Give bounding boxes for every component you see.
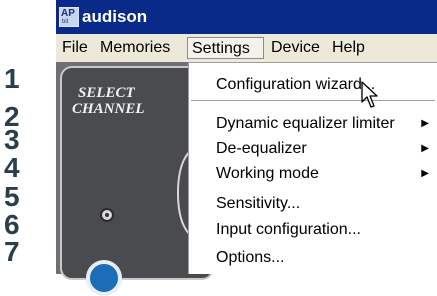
step-numbers: 1 2 3 4 5 6 7 [0, 0, 56, 274]
step-number: 5 [4, 181, 20, 212]
menu-separator [191, 100, 435, 102]
submenu-arrow-icon: ▶ [421, 168, 429, 179]
submenu-arrow-icon: ▶ [421, 118, 429, 129]
step-number: 7 [4, 236, 20, 267]
app-icon[interactable]: AP bit [59, 7, 79, 27]
menu-item-working-mode[interactable]: Working mode [216, 164, 319, 184]
window-title: audison [82, 7, 148, 26]
app-icon-text: AP [61, 8, 75, 19]
menu-bar: File Memories Settings Device Help [56, 34, 437, 62]
app-icon-subtext: bit [62, 19, 69, 25]
menu-settings[interactable]: Settings [187, 37, 264, 59]
menu-file[interactable]: File [58, 37, 92, 59]
menu-item-dynamic-equalizer-limiter[interactable]: Dynamic equalizer limiter [216, 114, 395, 134]
select-label: SELECT [78, 85, 135, 101]
menu-item-sensitivity[interactable]: Sensitivity... [216, 194, 300, 214]
menu-memories[interactable]: Memories [96, 37, 174, 59]
menu-device[interactable]: Device [267, 37, 324, 59]
mouse-pointer-icon [361, 81, 378, 108]
channel-label: CHANNEL [72, 101, 145, 117]
menu-item-configuration-wizard[interactable]: Configuration wizard... [216, 75, 375, 95]
channel-select-button[interactable] [100, 208, 114, 222]
submenu-arrow-icon: ▶ [421, 143, 429, 154]
volume-knob[interactable] [86, 260, 122, 296]
step-number: 1 [4, 63, 20, 94]
settings-dropdown: Configuration wizard... Dynamic equalize… [188, 62, 437, 274]
title-bar[interactable]: AP bit audison [56, 0, 437, 34]
menu-item-de-equalizer[interactable]: De-equalizer [216, 139, 307, 159]
menu-help[interactable]: Help [328, 37, 369, 59]
menu-item-input-configuration[interactable]: Input configuration... [216, 220, 361, 240]
menu-item-options[interactable]: Options... [216, 248, 284, 268]
step-number: 3 [4, 124, 20, 155]
step-number: 6 [4, 209, 20, 240]
step-number: 4 [4, 152, 20, 183]
